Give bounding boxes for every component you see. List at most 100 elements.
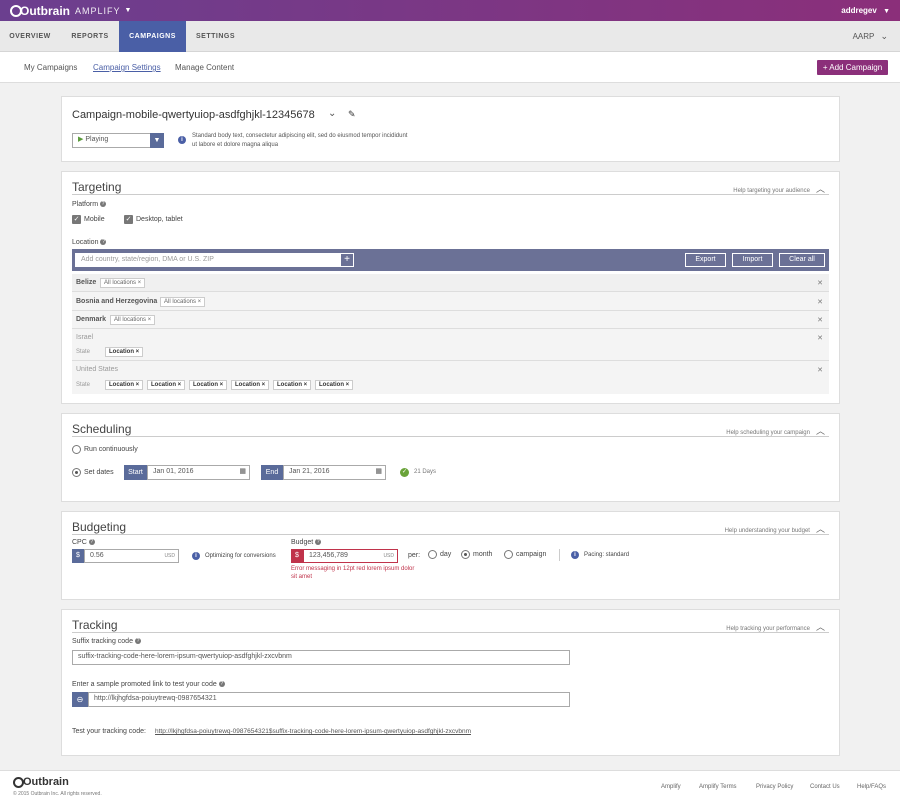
- campaign-radio[interactable]: [504, 550, 513, 559]
- set-dates-radio[interactable]: [72, 468, 81, 477]
- days-count: 21 Days: [414, 469, 437, 475]
- targeting-title: Targeting: [72, 180, 122, 194]
- footer-link-amplify[interactable]: Amplify: [661, 784, 681, 790]
- footer-link-terms[interactable]: Amplify Terms: [699, 784, 737, 790]
- product-switcher[interactable]: AMPLIFY: [75, 6, 121, 16]
- location-tag[interactable]: Location ×: [315, 380, 354, 390]
- location-tag[interactable]: Location ×: [105, 380, 144, 390]
- close-icon[interactable]: ✕: [817, 316, 823, 324]
- location-tag[interactable]: Location ×: [147, 380, 186, 390]
- help-icon: ?: [134, 638, 141, 644]
- subnav-my-campaigns[interactable]: My Campaigns: [24, 63, 77, 72]
- location-tag[interactable]: All locations ×: [110, 315, 156, 325]
- pacing-text: Pacing: standard: [584, 552, 630, 558]
- suffix-label: Suffix tracking code?: [72, 638, 141, 645]
- close-icon[interactable]: ✕: [817, 366, 823, 374]
- add-campaign-button[interactable]: + Add Campaign: [817, 60, 888, 75]
- desktop-label: Desktop, tablet: [136, 216, 183, 223]
- campaign-header-card: Campaign-mobile-qwertyuiop-asdfghjkl-123…: [61, 96, 840, 162]
- platform-label: Platform?: [72, 201, 107, 208]
- scheduling-help-link[interactable]: Help scheduling your campaign ︿: [726, 424, 825, 437]
- chevron-down-icon[interactable]: ⌄: [328, 108, 336, 119]
- location-tag[interactable]: Location ×: [189, 380, 228, 390]
- link-icon: ⊖: [72, 692, 88, 707]
- info-icon: i: [178, 136, 186, 144]
- outbrain-logo[interactable]: Outbrain: [10, 4, 70, 18]
- scheduling-card: Scheduling Help scheduling your campaign…: [61, 413, 840, 502]
- chevron-down-icon: ⌄: [880, 31, 888, 41]
- user-menu[interactable]: addregev ▼: [841, 6, 890, 15]
- status-select[interactable]: ▶ Playing ▼: [72, 133, 164, 148]
- subnav-campaign-settings[interactable]: Campaign Settings: [93, 63, 161, 72]
- targeting-card: Targeting Help targeting your audience ︿ …: [61, 171, 840, 404]
- location-tag[interactable]: All locations ×: [160, 297, 206, 307]
- tab-campaigns[interactable]: CAMPAIGNS: [119, 21, 186, 52]
- suffix-input[interactable]: suffix-tracking-code-here-lorem-ipsum-qw…: [72, 650, 570, 665]
- chevron-down-icon: ▼: [150, 133, 164, 148]
- scheduling-title: Scheduling: [72, 422, 132, 436]
- dollar-icon: $: [72, 549, 84, 563]
- tab-overview[interactable]: OVERVIEW: [0, 21, 60, 52]
- cpc-input[interactable]: 0.56 USD: [84, 549, 179, 563]
- subnav-manage-content[interactable]: Manage Content: [175, 63, 234, 72]
- day-label: day: [440, 551, 452, 558]
- outbrain-logo: © 2015 Outbrain Inc. All rights reserved…: [13, 776, 69, 788]
- cpc-label: CPC?: [72, 539, 95, 546]
- calendar-icon: ▦: [239, 468, 246, 475]
- export-button[interactable]: Export: [685, 253, 726, 267]
- day-radio[interactable]: [428, 550, 437, 559]
- account-selector[interactable]: AARP ⌄: [853, 21, 888, 52]
- campaign-name: Campaign-mobile-qwertyuiop-asdfghjkl-123…: [72, 109, 315, 121]
- budget-input[interactable]: 123,456,789 USD: [303, 549, 398, 563]
- footer-link-privacy[interactable]: Privacy Policy: [756, 784, 793, 790]
- help-icon: ?: [88, 539, 95, 545]
- budgeting-help-link[interactable]: Help understanding your budget ︿: [725, 522, 825, 535]
- test-tracking-link[interactable]: http://lkjhgfdsa-poiuytrewq-0987654321$s…: [155, 728, 471, 735]
- tab-settings[interactable]: SETTINGS: [186, 21, 245, 52]
- tracking-help-link[interactable]: Help tracking your performance ︿: [726, 620, 825, 633]
- help-icon: ?: [100, 201, 107, 207]
- clear-all-button[interactable]: Clear all: [779, 253, 825, 267]
- start-date-input[interactable]: Jan 01, 2016 ▦: [147, 465, 250, 480]
- main-nav: OVERVIEW REPORTS CAMPAIGNS SETTINGS AARP…: [0, 21, 900, 52]
- targeting-help-link[interactable]: Help targeting your audience ︿: [733, 182, 825, 195]
- pencil-icon[interactable]: ✎: [348, 109, 356, 120]
- close-icon[interactable]: ✕: [817, 298, 823, 306]
- dollar-icon: $: [291, 549, 303, 563]
- set-dates-label: Set dates: [84, 469, 114, 476]
- campaign-label: campaign: [516, 551, 547, 558]
- tab-reports[interactable]: REPORTS: [60, 21, 120, 52]
- footer-link-contact[interactable]: Contact Us: [810, 784, 840, 790]
- desktop-checkbox[interactable]: ✓: [124, 215, 133, 224]
- tracking-title: Tracking: [72, 618, 118, 632]
- month-label: month: [473, 551, 493, 558]
- list-item: Denmark All locations × ✕: [72, 311, 829, 329]
- month-radio[interactable]: [461, 550, 470, 559]
- chevron-up-icon: ︿: [815, 622, 825, 632]
- list-item: United States ✕ State Location × Locatio…: [76, 366, 823, 390]
- close-icon[interactable]: ✕: [817, 279, 823, 287]
- list-item: Belize All locations × ✕: [72, 274, 829, 292]
- chevron-up-icon: ︿: [815, 184, 825, 194]
- mobile-checkbox[interactable]: ✓: [72, 215, 81, 224]
- info-icon: i: [571, 551, 579, 559]
- caret-down-icon: ▼: [883, 8, 890, 15]
- location-tag[interactable]: All locations ×: [100, 278, 146, 288]
- location-tag[interactable]: Location ×: [105, 347, 144, 357]
- location-tag[interactable]: Location ×: [231, 380, 270, 390]
- close-icon[interactable]: ✕: [817, 334, 823, 342]
- import-button[interactable]: Import: [732, 253, 773, 267]
- end-date-input[interactable]: Jan 21, 2016 ▦: [283, 465, 386, 480]
- run-continuously-radio[interactable]: [72, 445, 81, 454]
- location-tag[interactable]: Location ×: [273, 380, 312, 390]
- add-location-button[interactable]: +: [340, 253, 354, 267]
- location-list: Belize All locations × ✕ Bosnia and Herz…: [72, 274, 829, 394]
- caret-down-icon[interactable]: ▼: [125, 7, 132, 14]
- calendar-icon: ▦: [375, 468, 382, 475]
- footer-link-help[interactable]: Help/FAQs: [857, 784, 886, 790]
- test-tracking-label: Test your tracking code:: [72, 728, 146, 735]
- location-search-input[interactable]: Add country, state/region, DMA or U.S. Z…: [75, 253, 340, 267]
- sample-link-input[interactable]: http://lkjhgfdsa-poiuytrewq-0987654321: [88, 692, 570, 707]
- tracking-card: Tracking Help tracking your performance ︿…: [61, 609, 840, 756]
- info-icon: i: [192, 552, 200, 560]
